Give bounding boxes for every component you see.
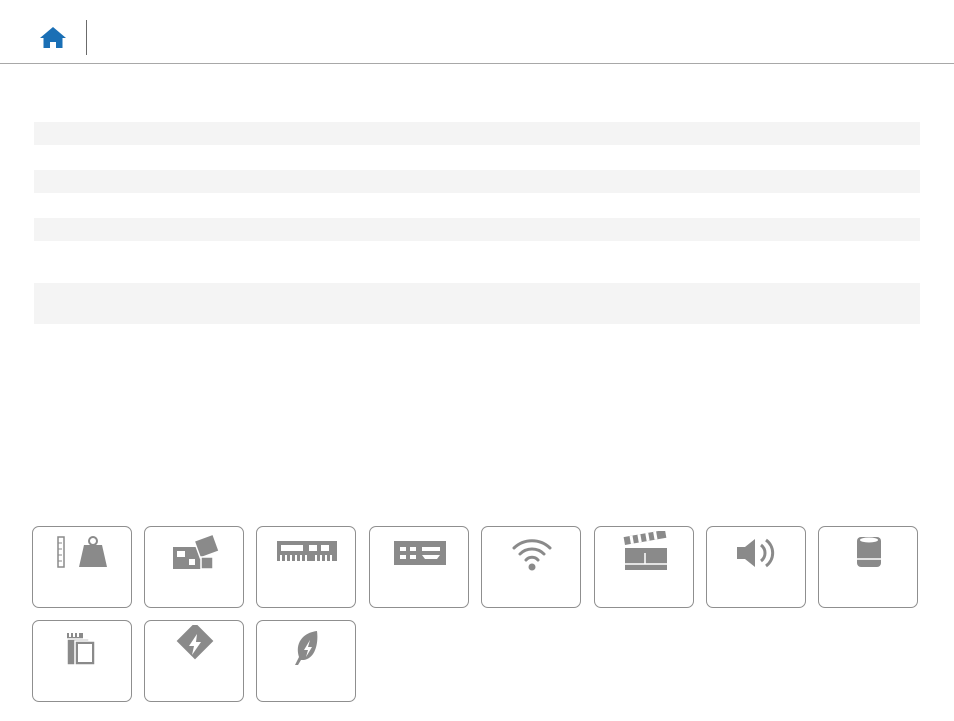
power-adapter-icon bbox=[176, 625, 214, 660]
storage-icon bbox=[857, 537, 881, 567]
content-row-4 bbox=[34, 283, 920, 324]
tile-power-adapter[interactable] bbox=[144, 620, 244, 702]
home-button[interactable] bbox=[38, 24, 68, 52]
media-card-icon bbox=[66, 633, 96, 666]
tile-ports[interactable] bbox=[369, 526, 469, 608]
tile-dimensions-weight[interactable] bbox=[32, 526, 132, 608]
tile-memory[interactable] bbox=[256, 526, 356, 608]
tile-system-board[interactable] bbox=[144, 526, 244, 608]
tile-audio[interactable] bbox=[706, 526, 806, 608]
ports-icon bbox=[394, 541, 446, 565]
tile-media-card[interactable] bbox=[32, 620, 132, 702]
system-board-icon bbox=[173, 533, 221, 570]
header-divider bbox=[86, 20, 87, 55]
memory-icon bbox=[277, 541, 337, 561]
tile-wireless[interactable] bbox=[481, 526, 581, 608]
environment-icon bbox=[295, 631, 318, 665]
tile-environment[interactable] bbox=[256, 620, 356, 702]
tile-storage[interactable] bbox=[818, 526, 918, 608]
audio-icon bbox=[737, 538, 775, 568]
top-bar bbox=[0, 0, 954, 64]
content-row-3 bbox=[34, 218, 920, 241]
tile-video[interactable] bbox=[594, 526, 694, 608]
dimensions-weight-icon bbox=[57, 536, 107, 568]
wireless-icon bbox=[512, 539, 552, 571]
content-row-1 bbox=[34, 122, 920, 145]
video-icon bbox=[623, 531, 667, 570]
home-icon bbox=[40, 27, 66, 48]
content-row-2 bbox=[34, 170, 920, 193]
